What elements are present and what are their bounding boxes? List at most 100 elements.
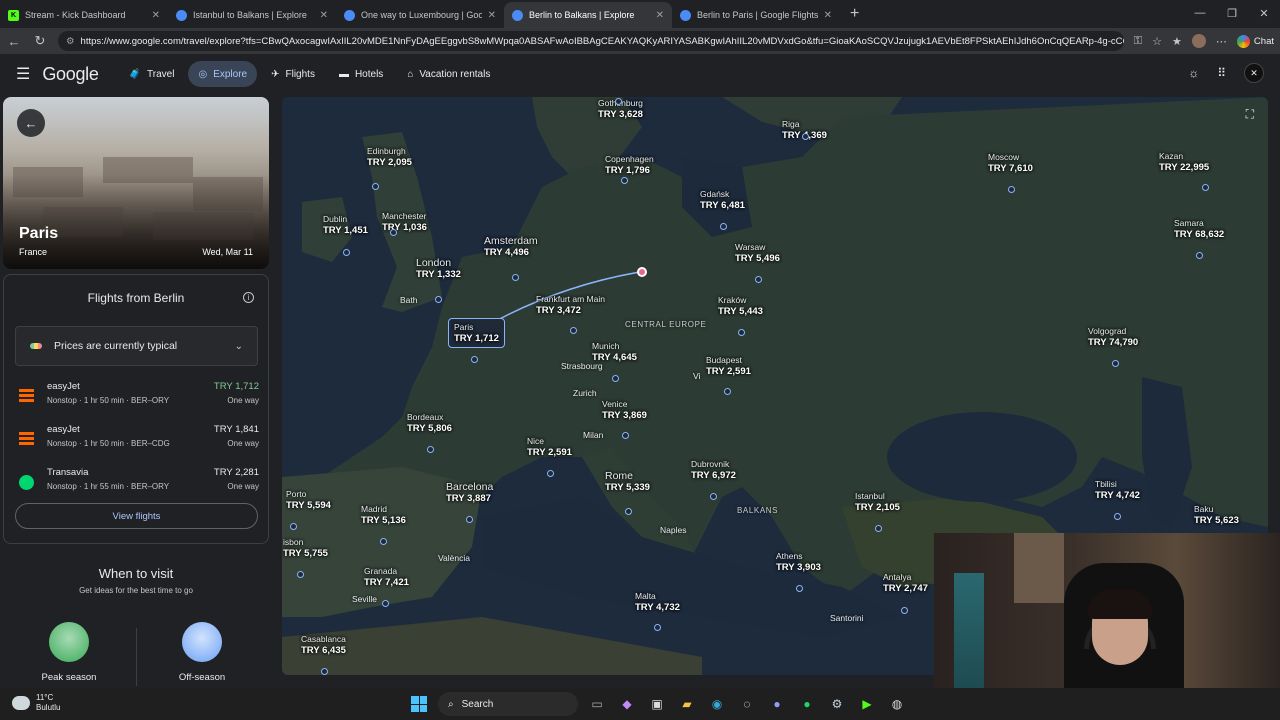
nav-hotels[interactable]: ▬ Hotels — [329, 61, 393, 87]
city-marker[interactable] — [466, 516, 473, 523]
city-marker[interactable] — [615, 98, 622, 105]
close-tab-icon[interactable]: ✕ — [824, 10, 832, 21]
flight-option[interactable]: Transavia Nonstop · 1 hr 55 min · BER–OR… — [19, 465, 259, 499]
flight-option[interactable]: easyJet Nonstop · 1 hr 50 min · BER–ORY … — [19, 379, 259, 413]
browser-tab-luxembourg[interactable]: One way to Luxembourg | Google ✕ — [336, 2, 504, 28]
city-price-label[interactable]: Volgograd TRY 74,790 — [1088, 326, 1138, 348]
city-marker[interactable] — [875, 525, 882, 532]
city-marker[interactable] — [738, 329, 745, 336]
kick-app-icon[interactable]: ▶ — [856, 693, 878, 715]
city-marker[interactable] — [512, 274, 519, 281]
city-price-label[interactable]: Samara TRY 68,632 — [1174, 218, 1224, 240]
city-marker[interactable] — [755, 276, 762, 283]
apps-grid-icon[interactable]: ⠿ — [1217, 66, 1226, 80]
city-marker[interactable] — [297, 571, 304, 578]
theme-toggle-icon[interactable]: ☼ — [1188, 66, 1199, 80]
city-price-label[interactable]: Kazan TRY 22,995 — [1159, 151, 1209, 173]
city-price-label[interactable]: Athens TRY 3,903 — [776, 551, 821, 573]
peak-season[interactable]: Peak season — [19, 622, 119, 683]
city-price-label[interactable]: Budapest TRY 2,591 — [706, 355, 751, 377]
reload-icon[interactable]: ↻ — [32, 33, 48, 49]
bookmark-star-icon[interactable]: ☆ — [1152, 35, 1162, 48]
city-price-label[interactable]: Granada TRY 7,421 — [364, 566, 409, 588]
city-price-label[interactable]: Antalya TRY 2,747 — [883, 572, 928, 594]
off-season[interactable]: Off-season — [152, 622, 252, 683]
city-price-label[interactable]: Kraków TRY 5,443 — [718, 295, 763, 317]
city-marker[interactable] — [1196, 252, 1203, 259]
city-marker[interactable] — [901, 607, 908, 614]
city-price-label[interactable]: Barcelona TRY 3,887 — [446, 482, 493, 505]
close-tab-icon[interactable]: ✕ — [488, 10, 496, 21]
browser-icon[interactable]: ◌ — [736, 693, 758, 715]
city-price-label[interactable]: Copenhagen TRY 1,796 — [605, 154, 654, 176]
google-logo[interactable]: Google — [42, 64, 99, 85]
city-marker[interactable] — [621, 177, 628, 184]
city-marker[interactable] — [612, 375, 619, 382]
nav-flights[interactable]: ✈ Flights — [261, 61, 325, 87]
task-view-icon[interactable]: ▭ — [586, 693, 608, 715]
key-icon[interactable]: ⚿ — [1134, 35, 1142, 48]
city-price-label[interactable]: London TRY 1,332 — [416, 258, 461, 281]
price-insight-dropdown[interactable]: Prices are currently typical ⌄ — [15, 326, 258, 366]
city-marker[interactable] — [570, 327, 577, 334]
menu-dots-icon[interactable]: ⋯ — [1216, 35, 1227, 48]
city-price-label[interactable]: Rome TRY 5,339 — [605, 471, 650, 494]
city-marker[interactable] — [720, 223, 727, 230]
file-explorer-icon[interactable]: ▰ — [676, 693, 698, 715]
city-price-label[interactable]: Frankfurt am Main TRY 3,472 — [536, 294, 605, 316]
browser-tab-kick[interactable]: K Stream - Kick Dashboard ✕ — [0, 2, 168, 28]
favorites-icon[interactable]: ★ — [1172, 35, 1182, 48]
main-menu-icon[interactable]: ☰ — [16, 64, 30, 84]
city-price-label[interactable]: Edinburgh TRY 2,095 — [367, 146, 412, 168]
discord-icon[interactable]: ● — [766, 693, 788, 715]
site-info-icon[interactable]: ⚙ — [66, 36, 75, 47]
spotify-icon[interactable]: ● — [796, 693, 818, 715]
city-marker[interactable] — [1008, 186, 1015, 193]
nav-explore[interactable]: ◎ Explore — [188, 61, 258, 87]
edge-icon[interactable]: ◉ — [706, 693, 728, 715]
city-price-label[interactable]: isbon TRY 5,755 — [283, 537, 328, 559]
nav-vacation-rentals[interactable]: ⌂ Vacation rentals — [397, 61, 500, 87]
city-price-label[interactable]: Casablanca TRY 6,435 — [301, 634, 346, 656]
obs-icon[interactable]: ◍ — [886, 693, 908, 715]
profile-avatar[interactable] — [1191, 34, 1206, 48]
maximize-icon[interactable]: ❐ — [1216, 0, 1248, 26]
close-tab-icon[interactable]: ✕ — [656, 10, 664, 21]
city-marker[interactable] — [625, 508, 632, 515]
city-marker[interactable] — [622, 432, 629, 439]
city-price-label[interactable]: Bordeaux TRY 5,806 — [407, 412, 452, 434]
weather-widget[interactable]: 11°C Bulutlu — [12, 693, 60, 713]
start-button[interactable] — [408, 693, 430, 715]
url-field[interactable]: ⚙ https://www.google.com/travel/explore?… — [58, 31, 1124, 51]
city-price-label[interactable]: Dubrovnik TRY 6,972 — [691, 459, 736, 481]
city-price-label[interactable]: Amsterdam TRY 4,496 — [484, 236, 538, 259]
copilot-icon[interactable]: ◆ — [616, 693, 638, 715]
city-price-label[interactable]: Gdańsk TRY 6,481 — [700, 189, 745, 211]
city-marker[interactable] — [372, 183, 379, 190]
city-marker[interactable] — [427, 446, 434, 453]
account-avatar[interactable]: ✕ — [1244, 63, 1264, 83]
back-icon[interactable]: ← — [6, 34, 22, 49]
city-price-label[interactable]: Madrid TRY 5,136 — [361, 504, 406, 526]
minimize-icon[interactable]: — — [1184, 0, 1216, 26]
city-price-label[interactable]: Moscow TRY 7,610 — [988, 152, 1033, 174]
close-window-icon[interactable]: ✕ — [1248, 0, 1280, 26]
city-marker[interactable] — [390, 229, 397, 236]
nav-travel[interactable]: 🧳 Travel — [119, 61, 185, 87]
city-marker[interactable] — [321, 668, 328, 675]
chat-button[interactable]: Chat — [1236, 34, 1274, 48]
city-marker[interactable] — [724, 388, 731, 395]
city-price-label[interactable]: Baku TRY 5,623 — [1194, 504, 1239, 526]
city-marker[interactable] — [382, 600, 389, 607]
city-price-label[interactable]: Manchester TRY 1,036 — [382, 211, 427, 233]
back-button[interactable]: ← — [17, 109, 45, 137]
city-price-label[interactable]: Venice TRY 3,869 — [602, 399, 647, 421]
new-tab-icon[interactable]: + — [840, 5, 869, 28]
view-flights-button[interactable]: View flights — [15, 503, 258, 529]
city-price-label[interactable]: Dublin TRY 1,451 — [323, 214, 368, 236]
city-price-label[interactable]: Munich TRY 4,645 — [592, 341, 637, 363]
browser-tab-istanbul[interactable]: Istanbul to Balkans | Explore ✕ — [168, 2, 336, 28]
browser-tab-berlin-paris[interactable]: Berlin to Paris | Google Flights ✕ — [672, 2, 840, 28]
flight-option[interactable]: easyJet Nonstop · 1 hr 50 min · BER–CDG … — [19, 422, 259, 456]
store-icon[interactable]: ▣ — [646, 693, 668, 715]
